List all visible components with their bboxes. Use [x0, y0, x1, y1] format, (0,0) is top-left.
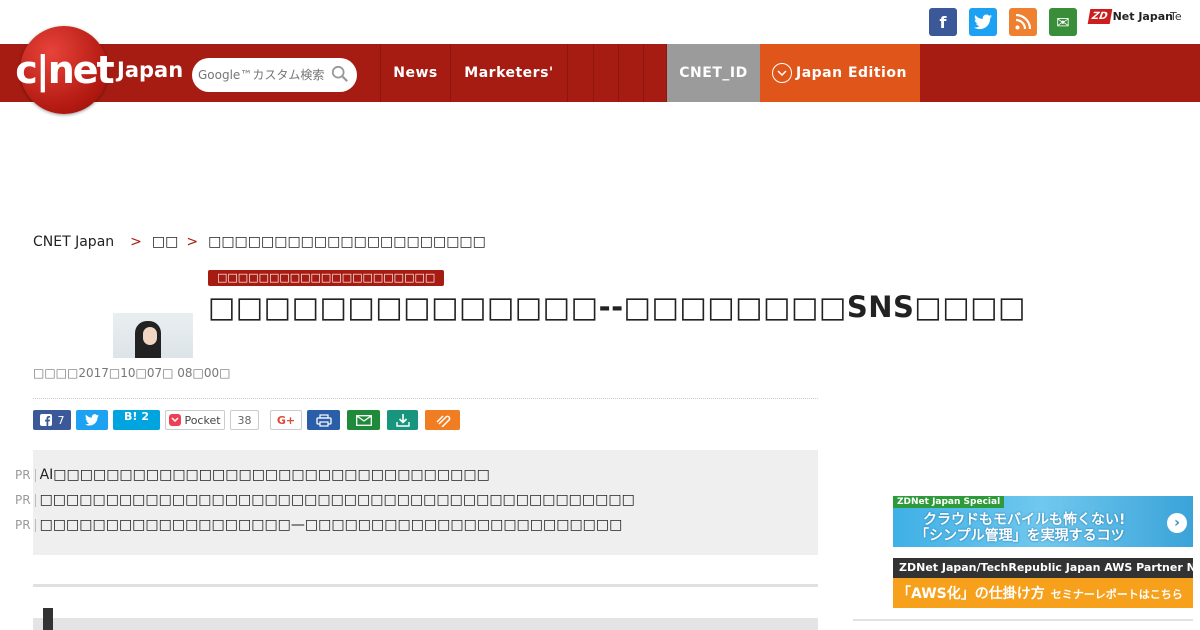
nav-marketers[interactable]: Marketers': [450, 44, 567, 102]
search-input[interactable]: [198, 68, 328, 82]
techrepublic-logo-text: Te: [1170, 10, 1182, 23]
facebook-share-count: 7: [57, 413, 65, 427]
share-twitter-button[interactable]: [76, 410, 108, 430]
pr-item[interactable]: PR AI□□□□□□□□□□□□□□□□□□□□□□□□□□□□□□□□□: [15, 467, 490, 483]
cnet-logo[interactable]: c|net: [15, 26, 115, 114]
article-category-tag[interactable]: □□□□□□□□□□□□□□□□□□□□□: [208, 270, 445, 286]
clip-button[interactable]: [425, 410, 460, 430]
mail-share-button[interactable]: [347, 410, 380, 430]
breadcrumb: CNET Japan > □□ > □□□□□□□□□□□□□□□□□□□□□: [33, 234, 486, 250]
article-body-header: [33, 618, 818, 630]
print-icon: [315, 413, 332, 427]
search-box: [192, 58, 357, 92]
rss-link[interactable]: [1009, 8, 1037, 36]
share-google-plus-button[interactable]: G+: [270, 410, 302, 430]
pr-label: PR: [15, 493, 36, 507]
breadcrumb-home[interactable]: CNET Japan: [33, 234, 114, 250]
pr-label: PR: [15, 468, 36, 482]
pr-item[interactable]: PR □□□□□□□□□□□□□□□□□□□—□□□□□□□□□□□□□□□□□…: [15, 517, 622, 533]
techrepublic-link[interactable]: Te: [1170, 10, 1182, 23]
save-button[interactable]: [387, 410, 418, 430]
breadcrumb-separator: >: [130, 234, 142, 250]
chevron-right-icon: ›: [1167, 513, 1187, 533]
nav-item-blank-3[interactable]: [618, 44, 643, 102]
pocket-label: Pocket: [184, 413, 221, 427]
banner-body: 「AWS化」の仕掛け方 セミナーレポートはこちら: [897, 583, 1183, 603]
cnet-japan-wordmark[interactable]: Japan: [117, 58, 183, 82]
breadcrumb-current: □□□□□□□□□□□□□□□□□□□□□: [208, 234, 486, 250]
twitter-icon: [85, 414, 99, 426]
section-marker: [43, 608, 53, 630]
pr-link-text[interactable]: AI□□□□□□□□□□□□□□□□□□□□□□□□□□□□□□□□□: [40, 467, 490, 483]
hatena-icon: B!: [123, 410, 138, 423]
article-dateline: □□□□2017□10□07□ 08□00□: [33, 366, 231, 380]
share-facebook-button[interactable]: 7: [33, 410, 71, 430]
pr-item[interactable]: PR □□□□□□□□□□□□□□□□□□□□□□□□□□□□□□□□□□□□□…: [15, 492, 635, 508]
share-pocket-button[interactable]: Pocket: [165, 410, 225, 430]
facebook-link[interactable]: f: [929, 8, 957, 36]
download-icon: [395, 414, 410, 427]
banner-header: ZDNet Japan/TechRepublic Japan AWS Partn…: [893, 558, 1193, 578]
chevron-down-circle-icon: [772, 63, 792, 83]
pr-label: PR: [15, 518, 36, 532]
zdnet-logo-text: Net Japan: [1112, 10, 1173, 23]
pr-link-text[interactable]: □□□□□□□□□□□□□□□□□□□□□□□□□□□□□□□□□□□□□□□□…: [40, 492, 635, 508]
pr-link-text[interactable]: □□□□□□□□□□□□□□□□□□□—□□□□□□□□□□□□□□□□□□□□…: [40, 517, 623, 533]
content-divider: [33, 584, 818, 587]
search-icon[interactable]: [331, 65, 349, 83]
facebook-icon: [39, 414, 52, 426]
pocket-icon: [169, 414, 182, 426]
banner-line-2: 「シンプル管理」を実現するコツ: [915, 528, 1125, 544]
banner-main-text: 「AWS化」の仕掛け方: [897, 586, 1045, 602]
sidebar-banner-cloud[interactable]: ZDNet Japan Special クラウドもモバイルも怖くない! 「シンプ…: [893, 496, 1193, 547]
hatena-share-count: 2: [141, 410, 150, 423]
banner-sub-text: セミナーレポートはこちら: [1050, 588, 1183, 601]
share-hatena-button[interactable]: B! 2: [113, 410, 160, 430]
print-button[interactable]: [307, 410, 340, 430]
nav-item-blank-1[interactable]: [567, 44, 593, 102]
pocket-share-count: 38: [230, 410, 259, 430]
sidebar-divider: [853, 619, 1193, 621]
breadcrumb-section[interactable]: □□: [152, 234, 178, 250]
nav-cnet-id[interactable]: CNET_ID: [667, 44, 760, 102]
twitter-link[interactable]: [969, 8, 997, 36]
mail-icon: [355, 414, 372, 426]
banner-tag: ZDNet Japan Special: [893, 496, 1005, 508]
paperclip-icon: [435, 415, 450, 427]
zdnet-logo-mark: ZD: [1087, 9, 1112, 24]
facebook-icon: f: [939, 12, 947, 32]
nav-japan-edition-label: Japan Edition: [796, 65, 907, 81]
mail-icon: ✉: [1056, 12, 1070, 32]
nav-item-blank-2[interactable]: [593, 44, 618, 102]
sidebar-banner-aws[interactable]: ZDNet Japan/TechRepublic Japan AWS Partn…: [893, 558, 1193, 608]
article-title: □□□□□□□□□□□□□□--□□□□□□□□SNS□□□□: [208, 290, 1027, 324]
breadcrumb-separator: >: [186, 234, 199, 250]
article-thumbnail: [113, 313, 193, 358]
header-divider: [33, 398, 818, 399]
cnet-logo-text: c|net: [15, 48, 114, 92]
mail-link[interactable]: ✉: [1049, 8, 1077, 36]
zdnet-japan-link[interactable]: ZD Net Japan: [1087, 9, 1173, 24]
nav-item-blank-4[interactable]: [643, 44, 667, 102]
rss-icon: [1015, 14, 1031, 30]
twitter-icon: [974, 14, 992, 30]
nav-news[interactable]: News: [380, 44, 450, 102]
top-social-bar: f ✉ ZD Net Japan Te: [0, 0, 1200, 44]
nav-japan-edition[interactable]: Japan Edition: [760, 44, 920, 102]
